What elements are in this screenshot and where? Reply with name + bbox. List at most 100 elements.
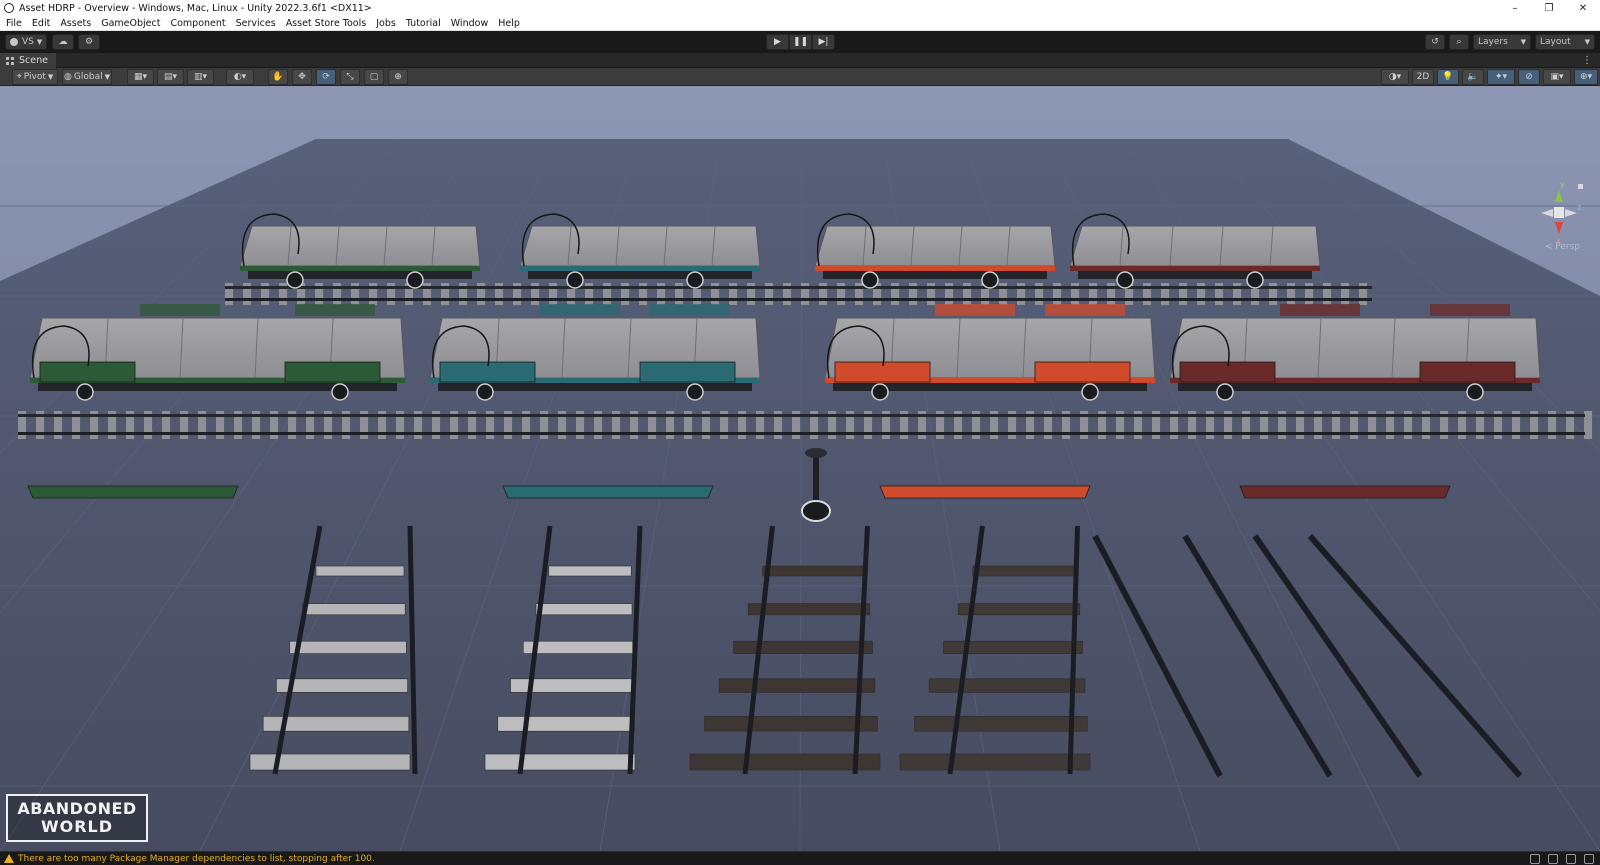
wagon-frame [520, 266, 760, 271]
track-sleeper [548, 565, 632, 577]
step-button[interactable]: ▶| [812, 34, 835, 50]
track-sleeper [522, 640, 634, 654]
menu-tutorial[interactable]: Tutorial [401, 18, 446, 29]
rect-tool-button[interactable]: ▢ [364, 69, 384, 85]
menu-asset-store-tools[interactable]: Asset Store Tools [281, 18, 372, 29]
wagon-side-panel [1034, 361, 1131, 383]
account-label: VS [22, 37, 34, 47]
track-sleeper [535, 603, 633, 616]
freight-wagon [429, 304, 761, 401]
rotate-icon: ⟳ [322, 72, 330, 82]
layers-status-icon[interactable] [1548, 854, 1558, 864]
speaker-icon: 🔈 [1467, 72, 1479, 82]
wagon-side-panel [1419, 361, 1516, 383]
account-dropdown[interactable]: VS ▼ [5, 34, 47, 50]
move-tool-button[interactable]: ✥ [292, 69, 312, 85]
search-button[interactable]: ⌕ [1449, 34, 1469, 50]
undo-history-button[interactable]: ↺ [1425, 34, 1445, 50]
orientation-gizmo[interactable]: y z x [1534, 178, 1584, 248]
status-icons [1530, 854, 1594, 864]
gizmo-z-label: z [1577, 203, 1581, 212]
menu-component[interactable]: Component [165, 18, 230, 29]
step-icon: ▶| [818, 37, 829, 47]
menu-assets[interactable]: Assets [55, 18, 96, 29]
menu-gameobject[interactable]: GameObject [96, 18, 165, 29]
increment-snap-dropdown[interactable]: ▤▾ [157, 69, 184, 85]
gizmo-y-cone [1555, 190, 1563, 202]
scene-viewport[interactable]: y z x < Persp [0, 86, 1600, 851]
menu-file[interactable]: File [0, 18, 27, 29]
pause-button[interactable]: ❚❚ [789, 34, 812, 50]
freight-wagon [824, 304, 1156, 401]
menu-services[interactable]: Services [231, 18, 281, 29]
gizmos-icon: ⊕▾ [1579, 72, 1593, 82]
restore-button[interactable]: ❐ [1532, 0, 1566, 16]
grid-snap-dropdown[interactable]: ▦▾ [127, 69, 154, 85]
cloud-button[interactable]: ☁ [52, 34, 74, 50]
track-sleeper [899, 753, 1091, 771]
chevron-down-icon: ▼ [1520, 38, 1526, 46]
menu-help[interactable]: Help [493, 18, 525, 29]
pivot-icon: ⌖ [16, 72, 22, 82]
menu-jobs[interactable]: Jobs [371, 18, 401, 29]
globe-icon: ◍ [64, 72, 72, 82]
perspective-label[interactable]: < Persp [1545, 242, 1580, 252]
play-button[interactable]: ▶ [766, 34, 789, 50]
layers-label: Layers [1478, 37, 1508, 47]
menu-bar: File Edit Assets GameObject Component Se… [0, 16, 1600, 31]
transform-tool-button[interactable]: ⊕ [388, 69, 408, 85]
light-bulb-icon: 💡 [1442, 72, 1454, 82]
rotate-tool-button[interactable]: ⟳ [316, 69, 336, 85]
lighting-toggle[interactable]: 💡 [1437, 69, 1459, 85]
chevron-down-icon: ▼ [47, 73, 54, 81]
align-dropdown[interactable]: ▥▾ [187, 69, 214, 85]
wagon-wheel [1116, 271, 1134, 289]
gizmo-neg-z-cone [1565, 209, 1577, 217]
history-icon: ↺ [1431, 37, 1439, 47]
scale-icon: ⤡ [346, 72, 354, 82]
track-sleeper [957, 603, 1081, 616]
gizmos-dropdown[interactable]: ⊕▾ [1574, 69, 1598, 85]
eye-off-icon: ⊘ [1525, 72, 1533, 82]
debug-icon[interactable] [1530, 854, 1540, 864]
play-icon: ▶ [774, 37, 781, 47]
layout-label: Layout [1540, 37, 1571, 47]
orientation-dropdown[interactable]: ◐▾ [226, 69, 254, 85]
console-message[interactable]: There are too many Package Manager depen… [18, 854, 375, 864]
audio-toggle[interactable]: 🔈 [1462, 69, 1484, 85]
draw-mode-dropdown[interactable]: ◑▾ [1381, 69, 1409, 85]
gizmo-neg-x-cone [1541, 209, 1553, 217]
collab-button[interactable]: ⚙ [78, 34, 100, 50]
camera-dropdown[interactable]: ▣▾ [1543, 69, 1571, 85]
pivot-dropdown[interactable]: ⌖ Pivot ▼ [12, 69, 58, 85]
track-sleeper [972, 565, 1078, 577]
pause-icon: ❚❚ [792, 37, 809, 47]
wagon-back-panel [650, 304, 730, 316]
move-icon: ✥ [298, 72, 306, 82]
lock-icon [1578, 184, 1583, 189]
close-button[interactable]: ✕ [1566, 0, 1600, 16]
2d-toggle[interactable]: 2D [1412, 69, 1434, 85]
more-options-icon[interactable]: ⋮ [1582, 55, 1592, 66]
progress-icon[interactable] [1584, 854, 1594, 864]
window-title: Asset HDRP - Overview - Windows, Mac, Li… [19, 2, 372, 14]
menu-window[interactable]: Window [446, 18, 493, 29]
minimize-button[interactable]: – [1498, 0, 1532, 16]
chevron-down-icon: ▼ [36, 38, 43, 46]
wagon-wheel [331, 383, 349, 401]
global-dropdown[interactable]: ◍ Global ▼ [62, 69, 112, 85]
loose-side-panel [879, 485, 1091, 499]
track-sleeper [315, 565, 405, 577]
menu-edit[interactable]: Edit [27, 18, 55, 29]
hand-tool-button[interactable]: ✋ [268, 69, 288, 85]
effects-dropdown[interactable]: ✦▾ [1487, 69, 1515, 85]
wagon-wheel [686, 383, 704, 401]
layers-dropdown[interactable]: Layers ▼ [1473, 34, 1531, 50]
tab-scene[interactable]: Scene [0, 53, 56, 68]
network-icon[interactable] [1566, 854, 1576, 864]
gizmo-center-cube [1554, 207, 1564, 218]
scale-tool-button[interactable]: ⤡ [340, 69, 360, 85]
layout-dropdown[interactable]: Layout ▼ [1535, 34, 1595, 50]
hidden-objects-toggle[interactable]: ⊘ [1518, 69, 1540, 85]
wagon-frame [240, 266, 480, 271]
